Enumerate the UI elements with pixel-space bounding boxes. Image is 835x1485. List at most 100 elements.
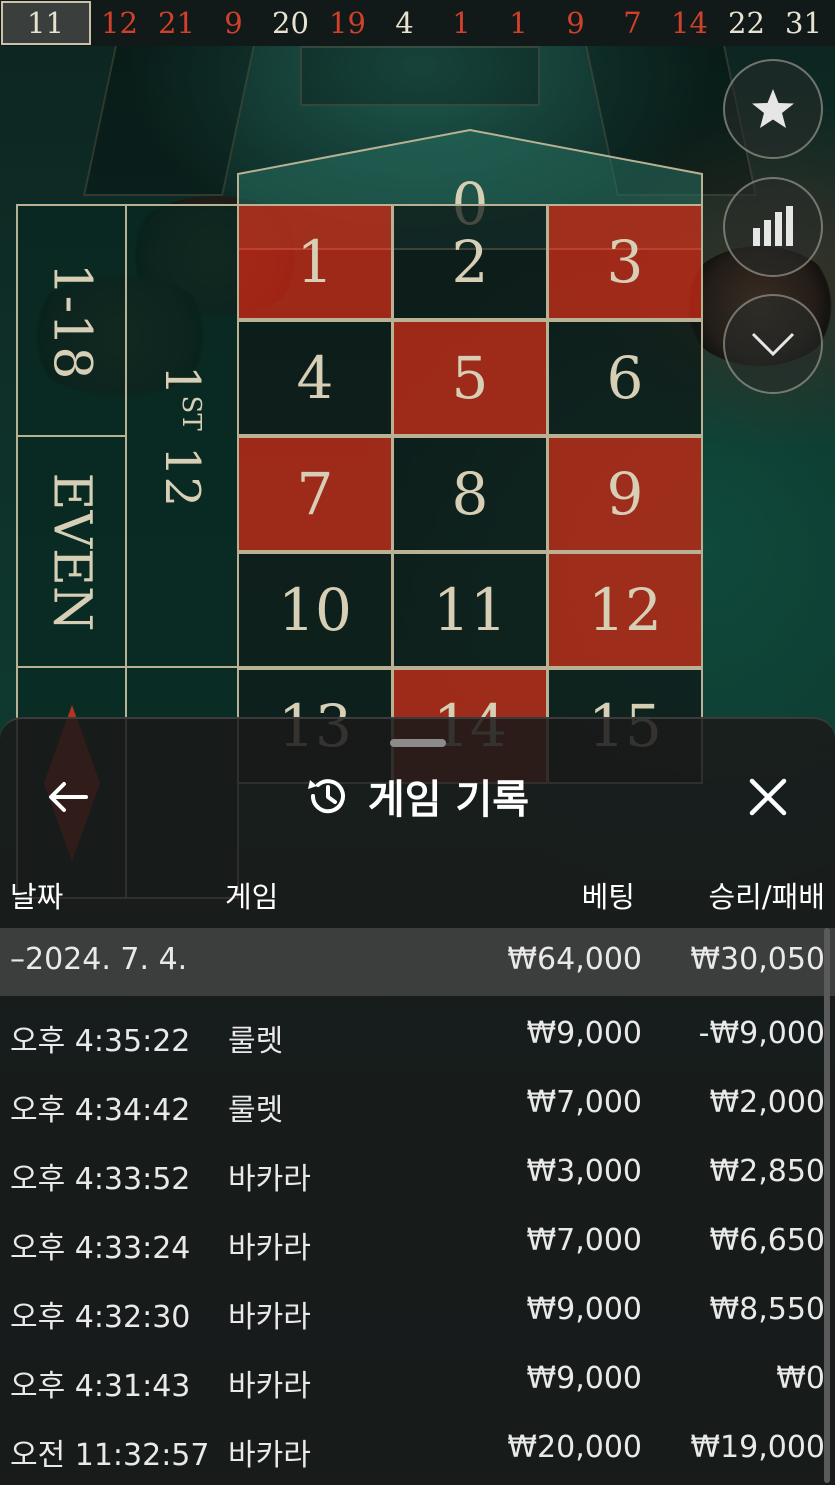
- history-bet: ₩9,000: [526, 1361, 642, 1396]
- result-number-label: 12: [101, 6, 138, 40]
- history-bet: ₩9,000: [526, 1016, 642, 1051]
- history-game: 바카라: [228, 1369, 311, 1404]
- day-date: –2024. 7. 4.: [10, 942, 188, 977]
- history-time: 오후 4:33:24: [10, 1231, 191, 1266]
- bet-cell-7[interactable]: 7: [237, 436, 393, 552]
- history-time: 오후 4:34:42: [10, 1093, 191, 1128]
- history-row[interactable]: 오후 4:33:24 바카라 ₩7,000 ₩6,650: [0, 1209, 835, 1277]
- result-number-label: 7: [623, 6, 642, 40]
- history-scrollbar[interactable]: [824, 928, 830, 1483]
- bet-cell-1[interactable]: 1: [237, 204, 393, 320]
- result-number: 21: [148, 0, 205, 46]
- sheet-drag-handle[interactable]: [390, 739, 446, 747]
- result-number-label: 20: [272, 6, 309, 40]
- history-game: 룰렛: [228, 1093, 284, 1128]
- chevron-down-icon: [751, 332, 795, 357]
- history-result: -₩9,000: [698, 1016, 825, 1051]
- result-number: 14: [661, 0, 718, 46]
- result-number-label: 14: [671, 6, 708, 40]
- column-header-result: 승리/패배: [708, 880, 826, 914]
- bet-cell-12[interactable]: 12: [547, 552, 703, 668]
- bet-cell-5[interactable]: 5: [392, 320, 548, 436]
- close-button[interactable]: [740, 771, 796, 823]
- bet-cell-number: 5: [451, 344, 489, 412]
- history-time: 오후 4:33:52: [10, 1162, 191, 1197]
- history-game: 바카라: [228, 1438, 311, 1473]
- statistics-button[interactable]: [723, 177, 823, 277]
- bet-cell-number: 12: [588, 576, 662, 644]
- history-clock-icon: [307, 779, 345, 814]
- bet-cell-6[interactable]: 6: [547, 320, 703, 436]
- bet-cell-number: 11: [433, 576, 507, 644]
- recent-results-bar: 11 12 21 9 20 19 4 1 1 9 7 14 22 31: [0, 0, 835, 46]
- result-number: 31: [775, 0, 832, 46]
- result-number-label: 1: [452, 6, 471, 40]
- history-row[interactable]: 오후 4:35:22 룰렛 ₩9,000 -₩9,000: [0, 1002, 835, 1070]
- result-number-label: 22: [728, 6, 765, 40]
- history-result: ₩8,550: [709, 1292, 825, 1327]
- result-number: 1: [490, 0, 547, 46]
- bet-cell-8[interactable]: 8: [392, 436, 548, 552]
- history-row[interactable]: 오후 4:32:30 바카라 ₩9,000 ₩8,550: [0, 1278, 835, 1346]
- bet-cell-4[interactable]: 4: [237, 320, 393, 436]
- history-result: ₩2,850: [709, 1154, 825, 1189]
- bet-cell-number: 4: [296, 344, 334, 412]
- history-result: ₩0: [776, 1361, 825, 1396]
- bet-cell-3[interactable]: 3: [547, 204, 703, 320]
- column-header-bet: 베팅: [581, 880, 635, 914]
- history-bet: ₩7,000: [526, 1223, 642, 1258]
- result-number: 20: [262, 0, 319, 46]
- result-number: 4: [376, 0, 433, 46]
- history-bet: ₩20,000: [507, 1430, 642, 1465]
- day-total-bet: ₩64,000: [507, 942, 642, 977]
- bet-cell-even[interactable]: EVEN: [16, 435, 127, 668]
- history-header: 게임 기록: [0, 767, 835, 825]
- collapse-button[interactable]: [723, 294, 823, 394]
- history-row[interactable]: 오전 11:32:57 바카라 ₩20,000 ₩19,000: [0, 1416, 835, 1484]
- bet-cell-9[interactable]: 9: [547, 436, 703, 552]
- history-row[interactable]: 오후 4:31:43 바카라 ₩9,000 ₩0: [0, 1347, 835, 1415]
- history-game: 바카라: [228, 1300, 311, 1335]
- result-number-label: 11: [0, 1, 91, 45]
- history-game: 룰렛: [228, 1024, 284, 1059]
- bet-cell-10[interactable]: 10: [237, 552, 393, 668]
- history-time: 오전 11:32:57: [10, 1438, 210, 1473]
- dozen-number: 1: [154, 364, 211, 396]
- column-header-game: 게임: [225, 880, 279, 914]
- day-summary-row[interactable]: –2024. 7. 4. ₩64,000 ₩30,050: [0, 928, 835, 996]
- bet-cell-2[interactable]: 2: [392, 204, 548, 320]
- dozen-suffix: ST: [176, 395, 207, 431]
- game-history-sheet: 게임 기록 날짜 게임 베팅 승리/패배 –2024. 7. 4. ₩64,00…: [0, 717, 835, 1485]
- history-bet: ₩3,000: [526, 1154, 642, 1189]
- favorite-button[interactable]: [723, 59, 823, 159]
- history-row[interactable]: 오후 4:33:52 바카라 ₩3,000 ₩2,850: [0, 1140, 835, 1208]
- result-number-label: 1: [509, 6, 528, 40]
- result-number-label: 9: [566, 6, 585, 40]
- bet-cell-first-dozen[interactable]: 1ST 12: [125, 204, 239, 668]
- result-number-label: 21: [158, 6, 195, 40]
- result-number: 12: [91, 0, 148, 46]
- dozen-word: 12: [154, 445, 211, 508]
- result-number: 22: [718, 0, 775, 46]
- history-time: 오후 4:32:30: [10, 1300, 191, 1335]
- bet-cell-number: 1: [296, 228, 334, 296]
- history-title: 게임 기록: [367, 777, 530, 823]
- result-number-label: 19: [329, 6, 366, 40]
- bet-cell-number: 7: [296, 460, 334, 528]
- result-number-label: 4: [395, 6, 414, 40]
- bet-cell-number: 3: [606, 228, 644, 296]
- bet-cell-number: 2: [451, 228, 489, 296]
- result-number: 7: [604, 0, 661, 46]
- history-bet: ₩7,000: [526, 1085, 642, 1120]
- history-game: 바카라: [228, 1162, 311, 1197]
- close-icon: [749, 778, 787, 816]
- bet-cell-11[interactable]: 11: [392, 552, 548, 668]
- history-game: 바카라: [228, 1231, 311, 1266]
- bet-label-even: EVEN: [41, 472, 102, 631]
- bet-cell-1-18[interactable]: 1-18: [16, 204, 127, 437]
- result-number-label: 31: [785, 6, 822, 40]
- history-row[interactable]: 오후 4:34:42 룰렛 ₩7,000 ₩2,000: [0, 1071, 835, 1139]
- bar-chart-icon: [753, 206, 793, 246]
- result-number: 19: [319, 0, 376, 46]
- result-number: 9: [547, 0, 604, 46]
